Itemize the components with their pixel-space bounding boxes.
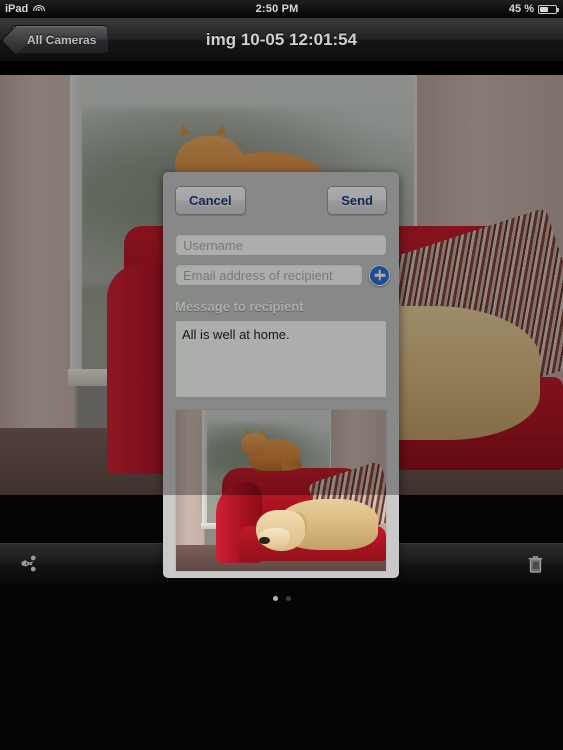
- page-dot-1[interactable]: [272, 596, 278, 601]
- ipad-photo-viewer-screen: iPad 2:50 PM 45 % All Cameras img 10-05 …: [0, 0, 563, 750]
- status-bar-right: 45 %: [509, 3, 563, 15]
- status-bar-left: iPad: [0, 3, 45, 15]
- back-button-all-cameras[interactable]: All Cameras: [11, 25, 109, 54]
- back-button-label: All Cameras: [27, 32, 97, 47]
- photo-dim-overlay: [0, 75, 563, 495]
- battery-percent-label: 45 %: [508, 3, 534, 15]
- trash-icon[interactable]: [521, 550, 549, 578]
- status-bar-time: 2:50 PM: [255, 3, 299, 15]
- photo-viewer-image[interactable]: [0, 75, 563, 495]
- battery-icon: [538, 4, 559, 14]
- share-icon[interactable]: [14, 550, 42, 578]
- wifi-icon: [32, 4, 45, 14]
- device-label: iPad: [5, 3, 29, 15]
- dog-in-thumbnail: [255, 494, 378, 555]
- page-indicator[interactable]: [0, 596, 563, 601]
- status-bar: iPad 2:50 PM 45 %: [0, 0, 563, 18]
- page-dot-2[interactable]: [285, 596, 291, 601]
- navigation-bar: All Cameras img 10-05 12:01:54: [0, 18, 563, 62]
